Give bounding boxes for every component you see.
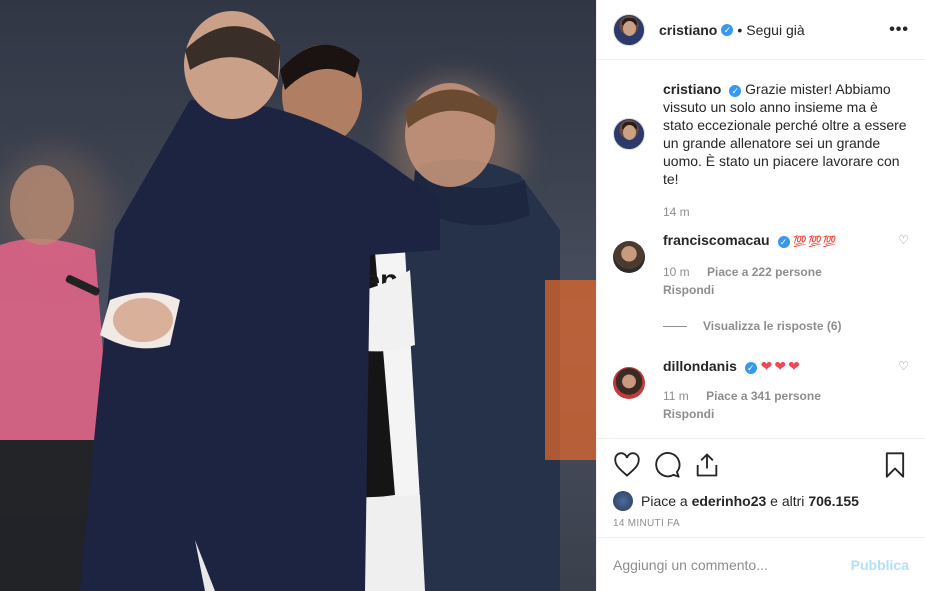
author-avatar[interactable]	[613, 13, 645, 46]
comment-avatar[interactable]	[613, 367, 645, 399]
liker-avatar	[613, 491, 633, 511]
comment-time: 10 m	[663, 265, 690, 279]
follow-status-button[interactable]: Segui già	[746, 22, 804, 38]
like-heart-icon[interactable]	[613, 451, 641, 479]
add-comment-bar: Pubblica	[597, 537, 925, 591]
comment-item: dillondanis ✓ ❤❤❤ 11 m Piace a 341 perso…	[613, 357, 909, 423]
more-options-icon[interactable]: •••	[889, 21, 909, 39]
comment-text: ❤❤❤	[760, 358, 802, 374]
comment-like-icon[interactable]: ♡	[898, 359, 909, 373]
post-header: cristiano ✓ • Segui già •••	[597, 0, 925, 60]
comment-time: 11 m	[663, 389, 689, 403]
verified-badge-icon: ✓	[744, 362, 757, 374]
view-replies-label: Visualizza le risposte (6)	[703, 319, 842, 333]
comment-username[interactable]: franciscomacau	[663, 232, 770, 248]
verified-badge-icon: ✓	[729, 85, 742, 97]
comment-likes[interactable]: Piace a 222 persone	[707, 265, 822, 279]
caption-avatar[interactable]	[613, 118, 645, 150]
post-photo[interactable]: Jeep	[0, 0, 596, 591]
comment-avatar[interactable]	[613, 241, 645, 273]
photo-illustration: Jeep	[0, 0, 596, 591]
likes-count[interactable]: 706.155	[808, 493, 859, 509]
action-bar	[597, 438, 925, 490]
bookmark-icon[interactable]	[881, 451, 909, 479]
publish-button[interactable]: Pubblica	[851, 557, 909, 573]
post-timestamp: 14 MINUTI FA	[613, 518, 680, 529]
likes-prefix: Piace a	[641, 493, 692, 509]
likes-summary[interactable]: Piace a ederinho23 e altri 706.155	[597, 490, 925, 512]
comment-item: franciscomacau ✓ 💯💯💯 10 m Piace a 222 pe…	[613, 231, 909, 299]
comment-like-icon[interactable]: ♡	[898, 233, 909, 247]
comment-bubble-icon[interactable]	[653, 451, 681, 479]
verified-badge-icon: ✓	[777, 236, 790, 248]
comments-list[interactable]: cristiano ✓ Grazie mister! Abbiamo vissu…	[597, 60, 925, 438]
verified-badge-icon: ✓	[721, 23, 734, 36]
caption-time: 14 m	[663, 205, 690, 219]
comment-text: 💯💯💯	[793, 236, 838, 248]
reply-button[interactable]: Rispondi	[663, 281, 909, 299]
author-username[interactable]: cristiano	[659, 22, 717, 38]
view-replies-button[interactable]: Visualizza le risposte (6)	[663, 319, 909, 333]
separator-dot: •	[737, 21, 743, 38]
replies-line	[663, 325, 687, 327]
comment-username[interactable]: dillondanis	[663, 358, 737, 374]
caption-username[interactable]: cristiano	[663, 81, 721, 97]
likes-middle: e altri	[766, 493, 809, 509]
post-side-panel: cristiano ✓ • Segui già ••• cristiano ✓ …	[596, 0, 925, 591]
likes-user[interactable]: ederinho23	[692, 493, 767, 509]
comment-input[interactable]	[613, 556, 851, 573]
caption: cristiano ✓ Grazie mister! Abbiamo vissu…	[613, 80, 909, 221]
share-icon[interactable]	[693, 451, 721, 479]
reply-button[interactable]: Rispondi	[663, 405, 909, 423]
comment-likes[interactable]: Piace a 341 persone	[706, 389, 821, 403]
